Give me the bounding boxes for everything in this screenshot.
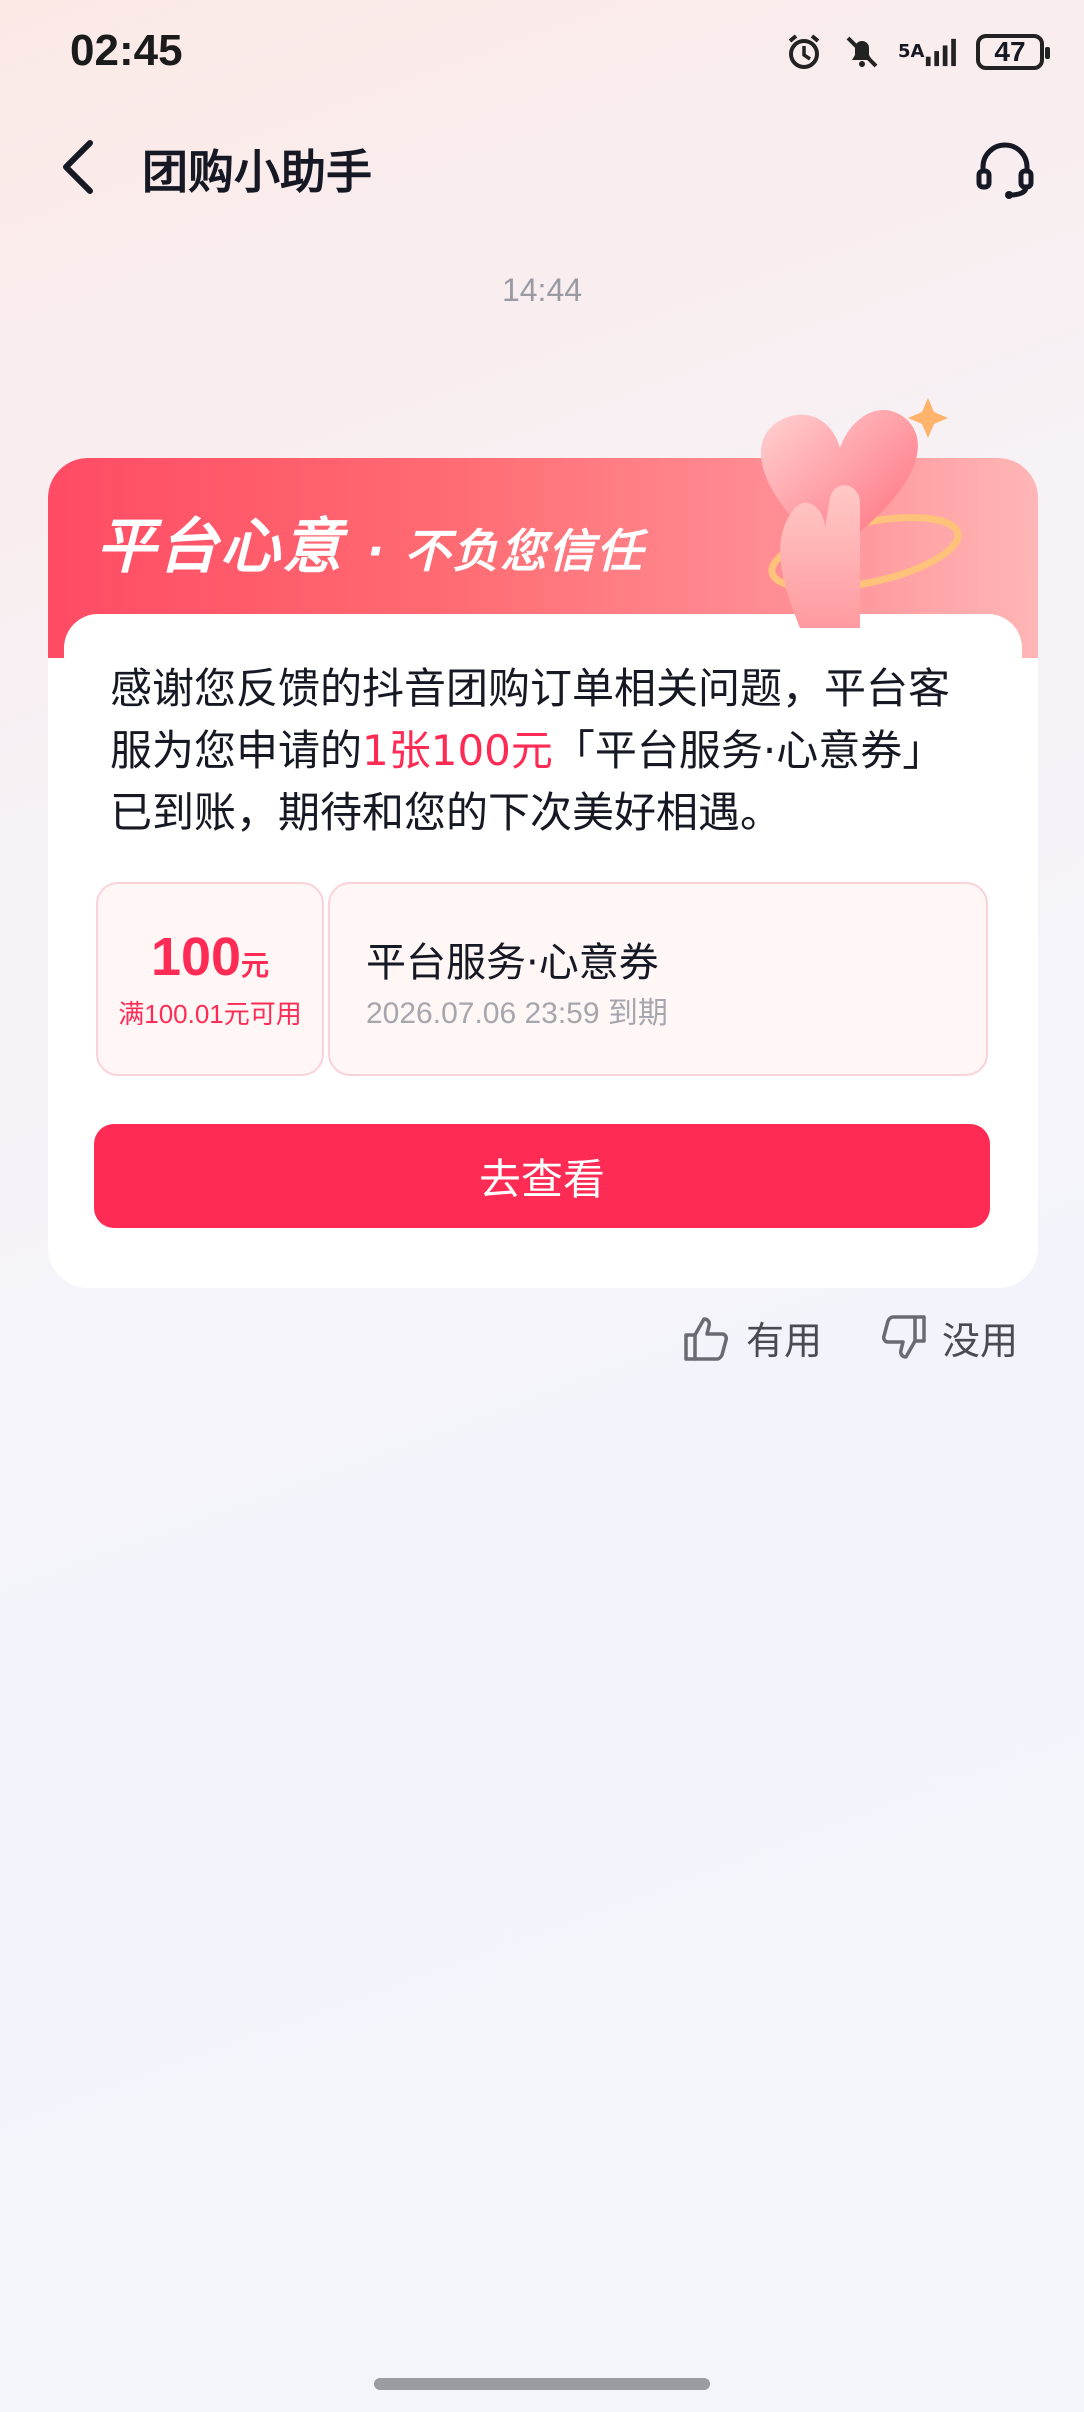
battery-level: 47 [994,36,1026,67]
home-indicator[interactable] [374,2378,710,2390]
coupon-expiry: 2026.07.06 23:59 到期 [366,997,668,1030]
coupon-name: 平台服务·心意券 [366,940,659,986]
message-body: 感谢您反馈的抖音团购订单相关问题，平台客服为您申请的1张100元「平台服务·心意… [110,658,980,844]
coupon-threshold: 满100.01元可用 [118,999,302,1029]
back-icon [63,140,93,194]
feedback-bar: 有用 没用 [682,1310,1018,1365]
heart-decoration-icon [760,398,962,628]
battery-icon: 47 [976,34,1050,70]
back-button[interactable] [48,132,108,202]
thumb-down-icon [881,1314,926,1359]
status-bar: 02:45 5A 47 [0,0,1084,110]
message-time: 14:44 [501,272,583,308]
banner-title-main: 平台心意 [96,512,344,582]
card-content: 感谢您反馈的抖音团购订单相关问题，平台客服为您申请的1张100元「平台服务·心意… [64,614,1022,1288]
customer-service-button[interactable] [970,134,1040,204]
useless-button[interactable]: 没用 [878,1310,1018,1365]
coupon-info-section: 平台服务·心意券 2026.07.06 23:59 到期 [328,882,988,1076]
alarm-icon [782,30,826,74]
coupon-amount: 100元 [98,926,322,988]
coupon-amount-unit: 元 [241,949,270,982]
useful-label: 有用 [745,1319,822,1363]
header: 团购小助手 [0,110,1084,220]
view-coupon-button[interactable]: 去查看 [94,1124,990,1228]
headset-icon [976,142,1034,199]
signal-icon: 5A [898,30,962,74]
coupon-amount-value: 100 [150,927,242,987]
message-highlight: 1张100元 [362,726,553,775]
status-icons: 5A 47 [782,30,1050,74]
useful-button[interactable]: 有用 [682,1310,822,1365]
coupon-amount-section: 100元 满100.01元可用 [96,882,324,1076]
banner-title: 平台心意 · 不负您信任 [96,498,644,585]
page-title: 团购小助手 [142,145,372,199]
useless-label: 没用 [941,1319,1018,1363]
thumb-up-icon [684,1316,728,1361]
mute-icon [840,30,884,74]
coupon-ticket[interactable]: 100元 满100.01元可用 平台服务·心意券 2026.07.06 23:5… [96,882,988,1076]
banner-subtitle: · 不负您信任 [366,524,645,578]
status-time: 02:45 [70,26,183,75]
